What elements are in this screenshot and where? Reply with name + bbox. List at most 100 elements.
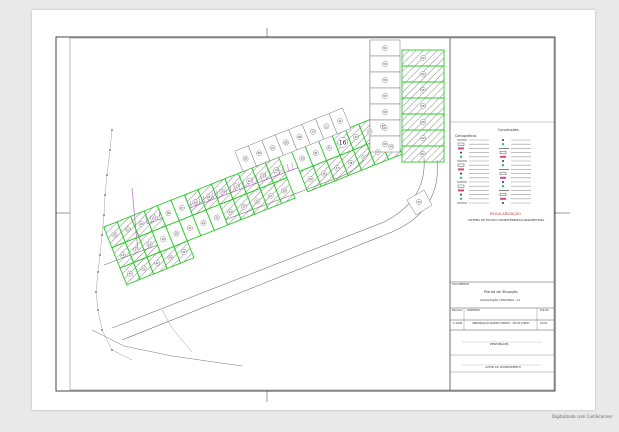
traverse-segment (99, 234, 103, 256)
drawing-sheet: 02 03 04 05 06 07 08 09 10 11 12 13 14 15 17 18 19 20 21 22… (32, 10, 595, 410)
lot-label: 04 (390, 146, 394, 149)
lot-label: 27 (269, 195, 273, 198)
lot-label: 09 (207, 196, 211, 199)
traverse-segment (97, 309, 103, 331)
lot-label: 37 (336, 167, 340, 170)
lot-label: 23 (215, 216, 219, 219)
legend-symbol (457, 184, 465, 188)
lot-label: 06 (258, 152, 262, 155)
legend-symbol (500, 155, 506, 158)
lot-label: 33 (368, 131, 372, 134)
lot-label: 41 (142, 267, 146, 270)
project-title: REGULARIZAÇÃO (490, 212, 521, 216)
lot-label: 11 (234, 185, 238, 188)
lot-label: 21 (188, 227, 192, 230)
lot-label: 10 (221, 191, 225, 194)
scale-label: ESCALA (452, 309, 463, 312)
lot-label: 51 (383, 47, 387, 50)
lot-label: 55 (383, 79, 387, 82)
legend-symbol (460, 193, 462, 196)
ruler-tick (287, 164, 289, 172)
lot-label: 08 (194, 201, 198, 204)
drawing-label: DESENHO (467, 309, 480, 312)
legend-symbol (459, 155, 463, 158)
surveyor-label: AUTOR DO LEVANTAMENTO (485, 366, 521, 369)
legend-symbol (460, 172, 462, 175)
lot-label: 58 (421, 105, 425, 108)
lot-label: 30 (314, 152, 318, 155)
lot-label: 62 (421, 137, 425, 140)
lot-label: 53 (383, 63, 387, 66)
legend-symbol (502, 202, 504, 204)
lot-label: 22 (202, 222, 206, 225)
traverse-segment (95, 291, 99, 311)
lot-label: 32 (355, 136, 359, 139)
legend-symbol (499, 172, 507, 175)
lot-label: 54 (421, 73, 425, 76)
lot-label: 42 (155, 262, 159, 265)
road-edge (91, 329, 243, 367)
legend-symbol (457, 163, 465, 167)
legend-symbol (499, 151, 507, 154)
lot-label: 18 (148, 243, 152, 246)
lot-label: 03 (126, 228, 130, 231)
lot-label: 35 (309, 178, 313, 181)
plan-sub: LOCALIZAÇÃO CONCURSO - A1 (480, 299, 521, 302)
lot-label: 29 (301, 157, 305, 160)
lot-label: 63 (383, 143, 387, 146)
traverse-segment (161, 309, 193, 353)
lot-label: 11 (325, 125, 329, 128)
lot-label: 07 (180, 207, 184, 210)
traverse-station (111, 349, 113, 351)
legend-symbol (502, 139, 504, 141)
lot-label: 26 (256, 200, 260, 203)
traverse-station (103, 214, 105, 216)
lot-label: 56 (421, 89, 425, 92)
traverse-station (109, 149, 111, 151)
traverse-segment (97, 254, 101, 273)
traverse-station (111, 129, 113, 131)
legend-symbol (501, 185, 505, 188)
legend-symbol (458, 147, 464, 150)
lot-label: 07 (271, 147, 275, 150)
lot-label: 57 (383, 95, 387, 98)
legend-symbol (502, 160, 504, 162)
lot-label: 59 (383, 111, 387, 114)
lot-label: 52 (421, 57, 425, 60)
lot-label: 38 (349, 162, 353, 165)
header-small: DOCUMENTO (452, 283, 470, 286)
lot-label: 02 (113, 234, 117, 237)
traverse-segment (109, 129, 113, 151)
legend-symbol (499, 193, 507, 196)
sheet-value: 01/01 (540, 322, 548, 325)
sheet-label: FOLHA (540, 309, 549, 312)
traverse-station (99, 254, 101, 256)
lot-label: 64 (421, 153, 425, 156)
lot-label: 43 (169, 257, 173, 260)
legend-table (457, 139, 531, 204)
lot-label: 05 (244, 158, 248, 161)
traverse-segment (111, 349, 133, 361)
legend-symbol (500, 197, 506, 200)
lot-label: 19 (162, 238, 166, 241)
lot-label: 72 (417, 201, 421, 204)
lot-label: 14 (275, 169, 279, 172)
lot-label: 61 (383, 127, 387, 130)
lot-label: 60 (421, 121, 425, 124)
traverse-station (104, 194, 106, 196)
traverse-station (106, 174, 108, 176)
legend-symbol (459, 197, 463, 200)
traverse-segment (101, 214, 105, 236)
scanner-caption: Digitalizado com CamScanner (552, 414, 613, 419)
lot-label: 06 (167, 212, 171, 215)
lot-label: 13 (261, 175, 265, 178)
legend-symbol (459, 176, 463, 179)
lot-label: 12 (338, 120, 342, 123)
lot-label: 12 (248, 180, 252, 183)
project-subtitle: SISTEMA DE ESTUDO GEOREFERENCIAL/PARAMET… (468, 218, 545, 222)
traverse-segment (101, 329, 113, 351)
lot-label: 44 (182, 251, 186, 254)
lot-label: 36 (322, 173, 326, 176)
lot-label: 15 (121, 254, 125, 257)
legend-symbol (460, 151, 462, 154)
